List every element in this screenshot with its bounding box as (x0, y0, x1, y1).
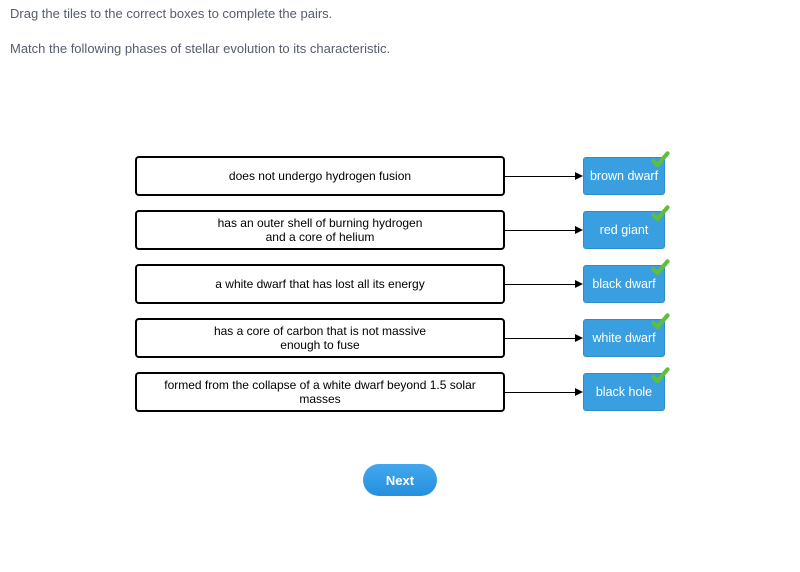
answer-tile[interactable]: red giant (583, 211, 665, 249)
question-text: Match the following phases of stellar ev… (10, 41, 790, 56)
checkmark-icon (650, 258, 670, 278)
answer-tile[interactable]: black hole (583, 373, 665, 411)
instructions-text: Drag the tiles to the correct boxes to c… (10, 6, 790, 21)
arrow-icon (505, 284, 583, 285)
description-box[interactable]: has a core of carbon that is not massive… (135, 318, 505, 358)
answer-label: white dwarf (592, 331, 655, 345)
checkmark-icon (650, 150, 670, 170)
checkmark-icon (650, 366, 670, 386)
pair-row: formed from the collapse of a white dwar… (135, 372, 665, 412)
arrow-icon (505, 392, 583, 393)
description-box[interactable]: has an outer shell of burning hydrogenan… (135, 210, 505, 250)
pairs-container: does not undergo hydrogen fusion brown d… (10, 156, 790, 412)
pair-row: has an outer shell of burning hydrogenan… (135, 210, 665, 250)
answer-label: red giant (600, 223, 649, 237)
pair-row: a white dwarf that has lost all its ener… (135, 264, 665, 304)
description-box[interactable]: a white dwarf that has lost all its ener… (135, 264, 505, 304)
checkmark-icon (650, 312, 670, 332)
description-box[interactable]: formed from the collapse of a white dwar… (135, 372, 505, 412)
arrow-icon (505, 338, 583, 339)
pair-row: does not undergo hydrogen fusion brown d… (135, 156, 665, 196)
answer-tile[interactable]: white dwarf (583, 319, 665, 357)
arrow-icon (505, 230, 583, 231)
arrow-icon (505, 176, 583, 177)
pair-row: has a core of carbon that is not massive… (135, 318, 665, 358)
answer-label: black hole (596, 385, 652, 399)
answer-tile[interactable]: black dwarf (583, 265, 665, 303)
answer-label: black dwarf (592, 277, 655, 291)
description-box[interactable]: does not undergo hydrogen fusion (135, 156, 505, 196)
next-button[interactable]: Next (363, 464, 437, 496)
answer-label: brown dwarf (590, 169, 658, 183)
answer-tile[interactable]: brown dwarf (583, 157, 665, 195)
checkmark-icon (650, 204, 670, 224)
